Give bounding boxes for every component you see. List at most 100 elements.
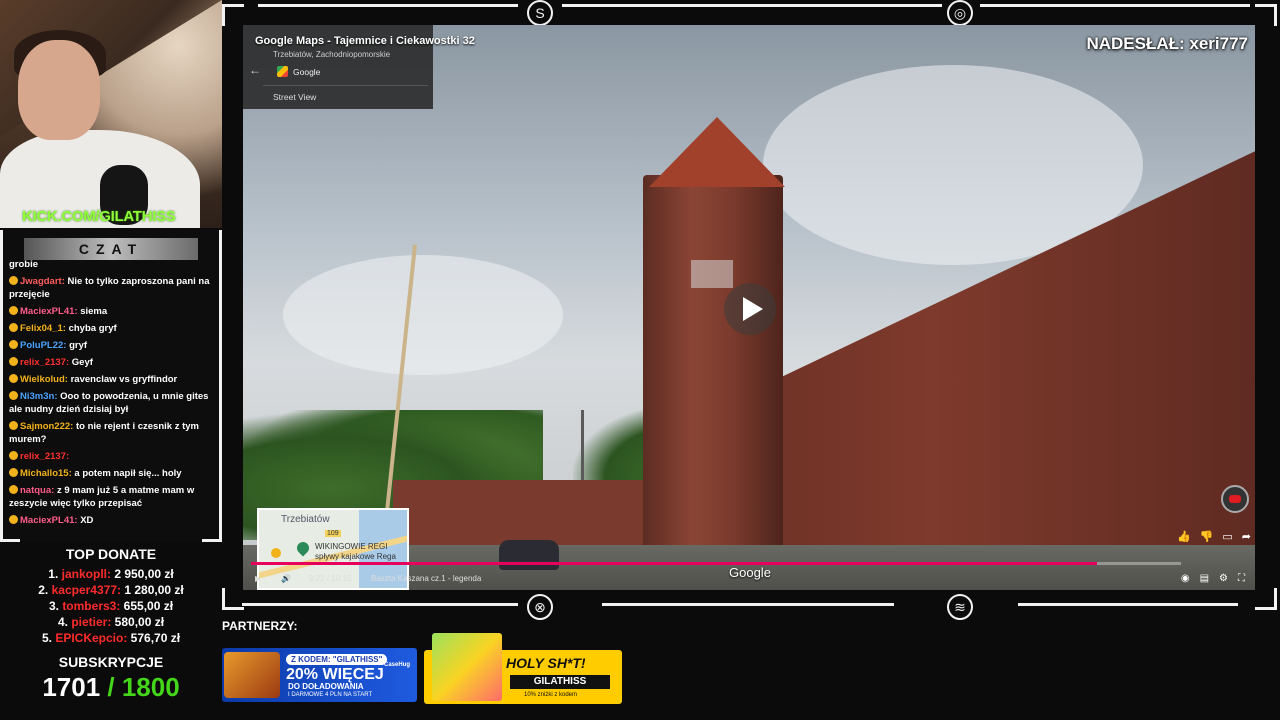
donate-rank: 1. bbox=[48, 567, 59, 581]
donate-amount: 1 280,00 zł bbox=[124, 583, 184, 597]
subtitles-icon[interactable]: ▤ bbox=[1200, 573, 1209, 584]
progress-fill bbox=[251, 562, 1098, 565]
chat-message: MaciexPL41: XD bbox=[9, 514, 214, 527]
subscriptions: SUBSKRYPCJE 1701 / 1800 bbox=[0, 654, 222, 703]
donate-row: 2. kacper4377: 1 280,00 zł bbox=[0, 582, 222, 598]
holysht-ad[interactable]: HOLY SH*T! GILATHISS 10% zniżki z kodem bbox=[424, 633, 622, 704]
ad2-fine: 10% zniżki z kodem bbox=[524, 692, 578, 698]
play-small-icon[interactable]: ▶ bbox=[255, 574, 261, 583]
location-label: Trzebiatów, Zachodniopomorskie bbox=[273, 50, 391, 59]
user-badge-icon bbox=[9, 391, 18, 400]
chat-username[interactable]: Jwagdart: bbox=[20, 276, 65, 287]
settings-gear-icon[interactable]: ⚙ bbox=[1219, 573, 1228, 584]
webcam-feed: KICK.COM/GILATHISS bbox=[0, 0, 222, 228]
chat-panel: CZAT grobie Jwagdart: Nie to tylko zapros… bbox=[0, 230, 222, 542]
chat-username[interactable]: relix_2137: bbox=[20, 451, 69, 462]
location-pin-icon bbox=[294, 539, 312, 557]
user-badge-icon bbox=[9, 421, 18, 430]
chat-username[interactable]: Michallo15: bbox=[20, 468, 72, 479]
crosshair-logo-icon: ◎ bbox=[947, 0, 973, 26]
donate-name: tombers3: bbox=[62, 599, 121, 613]
donate-amount: 580,00 zł bbox=[114, 615, 165, 629]
subs-counter: 1701 / 1800 bbox=[0, 672, 222, 703]
ad1-brand: CaseHug bbox=[384, 662, 411, 668]
frame-line-bottom-right bbox=[1018, 603, 1238, 606]
chat-username[interactable]: natqua: bbox=[20, 485, 54, 496]
share-icon[interactable]: ➦ bbox=[1242, 530, 1251, 543]
cloud bbox=[283, 255, 563, 375]
chat-username[interactable]: Sajmon222: bbox=[20, 421, 73, 432]
chat-message: Ni3m3n: Ooo to powodzenia, u mnie gites … bbox=[9, 390, 214, 416]
chat-username[interactable]: Felix04_1: bbox=[20, 323, 66, 334]
donate-rank: 2. bbox=[38, 583, 49, 597]
top-donate-title: TOP DONATE bbox=[65, 546, 157, 562]
subs-title: SUBSKRYPCJE bbox=[58, 654, 164, 670]
stream-overlay: KICK.COM/GILATHISS CZAT grobie Jwagdart: … bbox=[0, 0, 1280, 720]
autoplay-toggle-icon[interactable]: ◉ bbox=[1181, 573, 1190, 584]
thumbs-down-icon[interactable]: 👎 bbox=[1200, 530, 1214, 543]
volume-icon[interactable]: 🔊 bbox=[281, 574, 291, 583]
frame-corner-bl bbox=[222, 588, 244, 610]
donate-rank: 3. bbox=[48, 599, 59, 613]
back-arrow-icon[interactable]: ← bbox=[249, 63, 261, 77]
chat-username[interactable]: MaciexPL41: bbox=[20, 515, 78, 526]
tower-roof bbox=[649, 117, 785, 187]
hover-highlight bbox=[691, 260, 733, 288]
chat-message: Sajmon222: to nie rejent i czesnik z tym… bbox=[9, 420, 214, 446]
ad1-sub: DO DOŁADOWANIA bbox=[288, 682, 364, 691]
subs-goal: / 1800 bbox=[107, 672, 180, 702]
player-controls-right: ◉ ▤ ⚙ ⛶ bbox=[1181, 573, 1245, 584]
chat-message: PoluPL22: gryf bbox=[9, 339, 214, 352]
donate-name: kacper4377: bbox=[51, 583, 121, 597]
donate-row: 4. pietier: 580,00 zł bbox=[0, 614, 222, 630]
chat-username[interactable]: MaciexPL41: bbox=[20, 306, 78, 317]
frame-line-top-right bbox=[980, 4, 1250, 7]
chat-corner-left bbox=[0, 539, 20, 542]
donate-row: 1. jankopll: 2 950,00 zł bbox=[0, 566, 222, 582]
video-title: Google Maps - Tajemnice i Ciekawostki 32 bbox=[255, 35, 475, 47]
brick-tower bbox=[643, 175, 783, 575]
thumbs-up-icon[interactable]: 👍 bbox=[1177, 530, 1191, 543]
frame-corner-br bbox=[1255, 588, 1277, 610]
record-button[interactable] bbox=[1221, 485, 1249, 513]
donate-rank: 5. bbox=[41, 631, 52, 645]
donate-row: 5. EPICKepcio: 576,70 zł bbox=[0, 630, 222, 646]
donate-name: jankopll: bbox=[61, 567, 111, 581]
google-maps-icon bbox=[277, 66, 288, 77]
chat-text: Geyf bbox=[71, 357, 93, 368]
casehug-ad[interactable]: Z KODEM: "GILATHISS" CaseHug 20% WIĘCEJ … bbox=[222, 648, 417, 702]
frame-corner-tl bbox=[222, 4, 244, 26]
comment-icon[interactable]: ▭ bbox=[1222, 530, 1232, 543]
minimap-city: Trzebiatów bbox=[281, 514, 330, 525]
minimap-poi-icon bbox=[271, 548, 281, 558]
ad2-code: GILATHISS bbox=[510, 675, 610, 689]
frame-corner-tr bbox=[1255, 4, 1277, 26]
chat-text: gryf bbox=[69, 340, 88, 351]
user-badge-icon bbox=[9, 451, 18, 460]
ad1-code: Z KODEM: "GILATHISS" bbox=[286, 654, 388, 665]
streetview-label: Street View bbox=[273, 92, 317, 102]
chat-username[interactable]: relix_2137: bbox=[20, 357, 69, 368]
road-number: 109 bbox=[325, 530, 341, 537]
chapter-label[interactable]: Baszta Kaszana cz.1 - legenda bbox=[371, 574, 481, 583]
minimap-place: WIKINGOWIE REGI spływy kajakowe Rega bbox=[315, 542, 396, 561]
fullscreen-icon[interactable]: ⛶ bbox=[1238, 573, 1245, 584]
card-divider bbox=[263, 85, 428, 86]
donate-row: 3. tombers3: 655,00 zł bbox=[0, 598, 222, 614]
chat-username[interactable]: Wielkolud: bbox=[20, 374, 68, 385]
time-display: 9:22 / 10:15 bbox=[309, 574, 352, 583]
frame-line-bottom-left bbox=[242, 603, 518, 606]
chat-text: siema bbox=[80, 306, 108, 317]
play-button[interactable] bbox=[724, 283, 776, 335]
chat-username[interactable]: PoluPL22: bbox=[20, 340, 66, 351]
submitter-label: NADESŁAŁ: xeri777 bbox=[1086, 34, 1248, 53]
chat-header: CZAT bbox=[24, 238, 198, 260]
progress-bar[interactable] bbox=[251, 562, 1181, 565]
record-icon bbox=[1229, 495, 1241, 503]
video-player[interactable]: Trzebiatów, Zachodniopomorskie ← Google … bbox=[243, 25, 1255, 590]
chat-username[interactable]: Ni3m3n: bbox=[20, 391, 57, 402]
chat-messages: grobie Jwagdart: Nie to tylko zaproszona … bbox=[9, 258, 214, 531]
ad1-fine: I DARMOWE 4 PLN NA START bbox=[288, 692, 373, 698]
chat-message: Michallo15: a potem napił się... holy bbox=[9, 467, 214, 480]
subs-count: 1701 bbox=[42, 672, 101, 702]
